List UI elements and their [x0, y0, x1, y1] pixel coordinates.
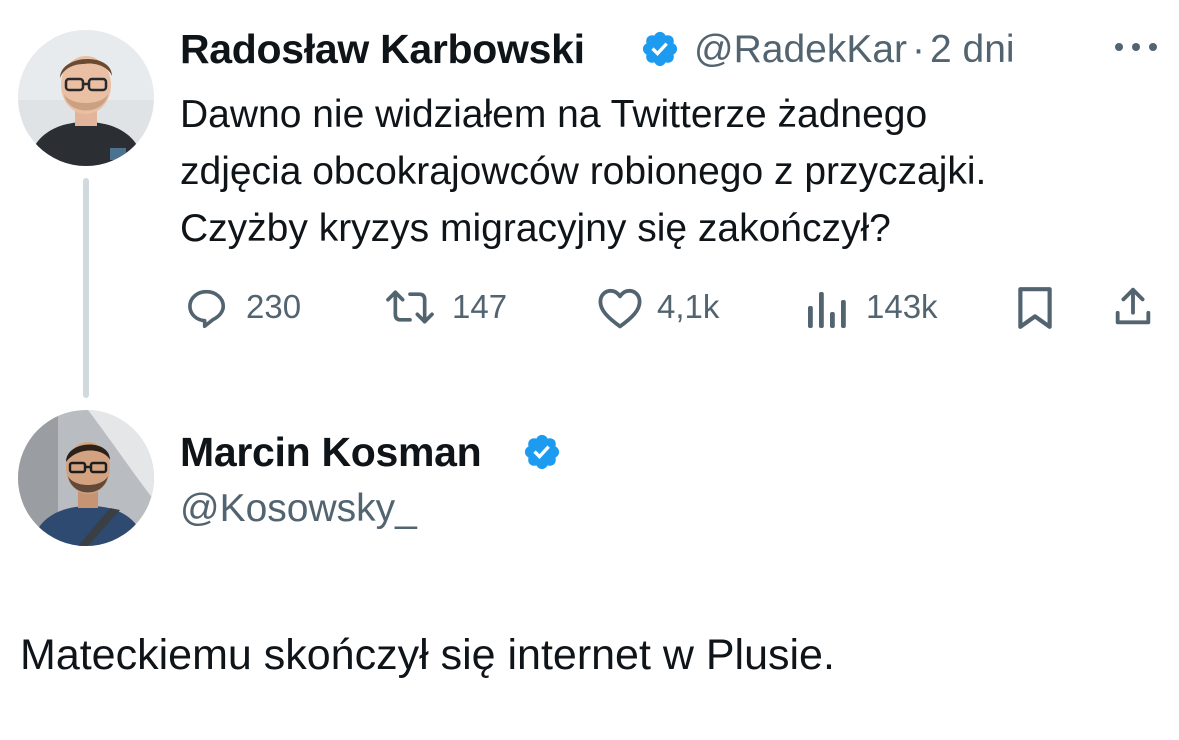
- thread-connector-line: [83, 178, 89, 398]
- author-handle[interactable]: @RadekKar · 2 dni: [694, 28, 1015, 72]
- verified-badge-icon: [524, 434, 560, 470]
- like-count: 4,1k: [657, 288, 720, 325]
- author-name[interactable]: Radosław Karbowski: [180, 26, 585, 73]
- tweet-body: Dawno nie widziałem na Twitterze żadnego…: [180, 86, 986, 257]
- tweet-text-line: zdjęcia obcokrajowców robionego z przycz…: [180, 150, 987, 193]
- separator-dot: ·: [912, 28, 926, 71]
- reply-tweet-body: Mateckiemu skończył się internet w Plusi…: [20, 631, 835, 679]
- retweet-count: 147: [452, 288, 508, 325]
- like-icon: [598, 288, 642, 329]
- more-icon[interactable]: [1112, 40, 1160, 54]
- share-icon[interactable]: [1110, 284, 1156, 330]
- handle-text[interactable]: @RadekKar: [694, 28, 907, 71]
- retweet-icon: [386, 290, 434, 324]
- views-count: 143k: [866, 288, 938, 325]
- tweet-text-line: Czyżby kryzys migracyjny się zakończył?: [180, 207, 891, 250]
- reply-author-handle[interactable]: @Kosowsky_: [180, 487, 417, 531]
- tweet-text-line: Dawno nie widziałem na Twitterze żadnego: [180, 93, 928, 136]
- reply-count: 230: [246, 288, 302, 325]
- reply-author-name[interactable]: Marcin Kosman: [180, 429, 482, 476]
- views-icon: [808, 292, 846, 328]
- avatar-radoslaw-karbowski[interactable]: [18, 30, 154, 166]
- verified-badge-icon: [642, 31, 678, 67]
- avatar-marcin-kosman[interactable]: [18, 410, 154, 546]
- reply-icon: [188, 289, 226, 329]
- tweet-time[interactable]: 2 dni: [930, 28, 1015, 71]
- bookmark-icon[interactable]: [1014, 285, 1056, 331]
